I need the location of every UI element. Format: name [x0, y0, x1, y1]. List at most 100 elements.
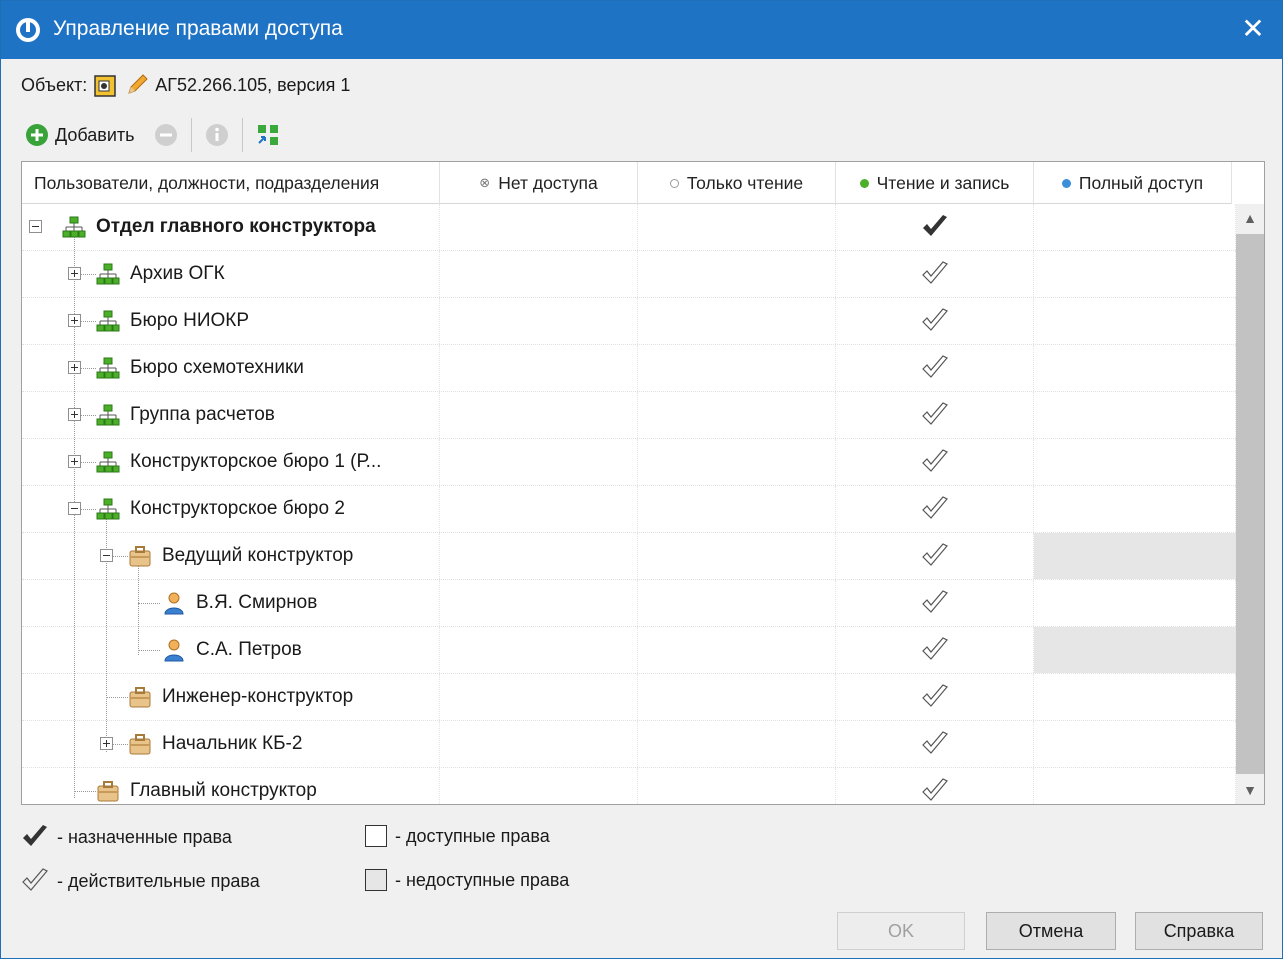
read-write-cell[interactable] — [836, 627, 1034, 673]
scroll-thumb[interactable] — [1236, 234, 1264, 774]
table-row[interactable]: Конструкторское бюро 1 (Р... — [22, 439, 1236, 486]
read-write-cell[interactable] — [836, 533, 1034, 579]
no-access-cell[interactable] — [440, 345, 638, 391]
full-access-cell[interactable] — [1034, 298, 1236, 344]
table-row[interactable]: Архив ОГК — [22, 251, 1236, 298]
subject-cell: Начальник КБ-2 — [22, 721, 440, 767]
no-access-cell[interactable] — [440, 580, 638, 626]
table-row[interactable]: Ведущий конструктор — [22, 533, 1236, 580]
read-only-cell[interactable] — [638, 392, 836, 438]
full-access-cell[interactable] — [1034, 580, 1236, 626]
subject-cell: Ведущий конструктор — [22, 533, 440, 579]
no-access-cell[interactable] — [440, 298, 638, 344]
collapse-toggle[interactable] — [100, 549, 113, 562]
read-write-cell[interactable] — [836, 204, 1034, 250]
cancel-button[interactable]: Отмена — [986, 912, 1116, 950]
column-header-read-only[interactable]: Только чтение — [638, 162, 836, 204]
expand-toggle[interactable] — [68, 267, 81, 280]
full-access-cell[interactable] — [1034, 721, 1236, 767]
subject-cell: Архив ОГК — [22, 251, 440, 297]
read-only-cell[interactable] — [638, 533, 836, 579]
table-row[interactable]: В.Я. Смирнов — [22, 580, 1236, 627]
read-write-cell[interactable] — [836, 298, 1034, 344]
object-label: Объект: — [21, 74, 88, 95]
read-only-cell[interactable] — [638, 627, 836, 673]
table-row[interactable]: Группа расчетов — [22, 392, 1236, 439]
no-access-cell[interactable] — [440, 439, 638, 485]
table-row[interactable]: Отдел главного конструктора — [22, 204, 1236, 251]
table-row[interactable]: Конструкторское бюро 2 — [22, 486, 1236, 533]
scroll-down-arrow-icon[interactable]: ▼ — [1236, 776, 1264, 804]
column-header-no-access[interactable]: ⊗ Нет доступа — [440, 162, 638, 204]
read-write-cell[interactable] — [836, 392, 1034, 438]
table-row[interactable]: С.А. Петров — [22, 627, 1236, 674]
read-write-cell[interactable] — [836, 721, 1034, 767]
scroll-up-arrow-icon[interactable]: ▲ — [1236, 204, 1264, 232]
read-write-cell[interactable] — [836, 768, 1034, 804]
no-access-cell[interactable] — [440, 392, 638, 438]
full-access-cell[interactable] — [1034, 251, 1236, 297]
structure-button[interactable] — [253, 120, 283, 150]
effective-check-icon — [921, 543, 948, 566]
expand-toggle[interactable] — [68, 314, 81, 327]
read-write-cell[interactable] — [836, 486, 1034, 532]
remove-button[interactable] — [151, 120, 181, 150]
no-access-cell[interactable] — [440, 627, 638, 673]
collapse-toggle[interactable] — [68, 502, 81, 515]
read-write-cell[interactable] — [836, 251, 1034, 297]
full-access-cell-unavailable — [1034, 533, 1236, 579]
position-briefcase-icon — [129, 687, 151, 708]
read-only-cell[interactable] — [638, 204, 836, 250]
no-access-cell[interactable] — [440, 768, 638, 804]
expand-toggle[interactable] — [68, 361, 81, 374]
table-row[interactable]: Инженер-конструктор — [22, 674, 1236, 721]
table-row[interactable]: Бюро НИОКР — [22, 298, 1236, 345]
department-icon — [62, 216, 86, 238]
read-write-cell[interactable] — [836, 439, 1034, 485]
effective-check-icon — [921, 261, 948, 284]
table-row[interactable]: Начальник КБ-2 — [22, 721, 1236, 768]
read-only-cell[interactable] — [638, 486, 836, 532]
expand-toggle[interactable] — [100, 737, 113, 750]
no-access-cell[interactable] — [440, 204, 638, 250]
read-only-cell[interactable] — [638, 580, 836, 626]
read-write-cell[interactable] — [836, 674, 1034, 720]
full-access-cell[interactable] — [1034, 439, 1236, 485]
read-only-cell[interactable] — [638, 439, 836, 485]
read-write-cell[interactable] — [836, 345, 1034, 391]
ok-button[interactable]: OK — [837, 912, 965, 950]
column-header-subjects[interactable]: Пользователи, должности, подразделения — [22, 162, 440, 204]
no-access-cell[interactable] — [440, 486, 638, 532]
info-button[interactable] — [202, 120, 232, 150]
close-button[interactable]: ✕ — [1224, 1, 1282, 59]
collapse-toggle[interactable] — [29, 220, 42, 233]
vertical-scrollbar[interactable]: ▲ ▼ — [1236, 204, 1264, 804]
read-only-cell[interactable] — [638, 345, 836, 391]
read-only-cell[interactable] — [638, 768, 836, 804]
expand-toggle[interactable] — [68, 408, 81, 421]
full-access-cell[interactable] — [1034, 486, 1236, 532]
read-only-cell[interactable] — [638, 298, 836, 344]
table-row[interactable]: Бюро схемотехники — [22, 345, 1236, 392]
unavailable-box-icon — [365, 869, 387, 891]
add-button[interactable]: Добавить — [21, 121, 139, 149]
no-access-cell[interactable] — [440, 251, 638, 297]
read-only-cell[interactable] — [638, 251, 836, 297]
no-access-cell[interactable] — [440, 674, 638, 720]
full-access-cell[interactable] — [1034, 674, 1236, 720]
no-access-cell[interactable] — [440, 721, 638, 767]
full-access-cell[interactable] — [1034, 204, 1236, 250]
column-header-full-access[interactable]: Полный доступ — [1034, 162, 1232, 204]
table-row[interactable]: Главный конструктор — [22, 768, 1236, 804]
full-access-cell[interactable] — [1034, 392, 1236, 438]
help-button[interactable]: Справка — [1135, 912, 1263, 950]
read-write-cell[interactable] — [836, 580, 1034, 626]
effective-check-icon — [921, 308, 948, 331]
column-header-read-write[interactable]: Чтение и запись — [836, 162, 1034, 204]
read-only-cell[interactable] — [638, 674, 836, 720]
full-access-cell[interactable] — [1034, 768, 1236, 804]
no-access-cell[interactable] — [440, 533, 638, 579]
full-access-cell[interactable] — [1034, 345, 1236, 391]
read-only-cell[interactable] — [638, 721, 836, 767]
expand-toggle[interactable] — [68, 455, 81, 468]
